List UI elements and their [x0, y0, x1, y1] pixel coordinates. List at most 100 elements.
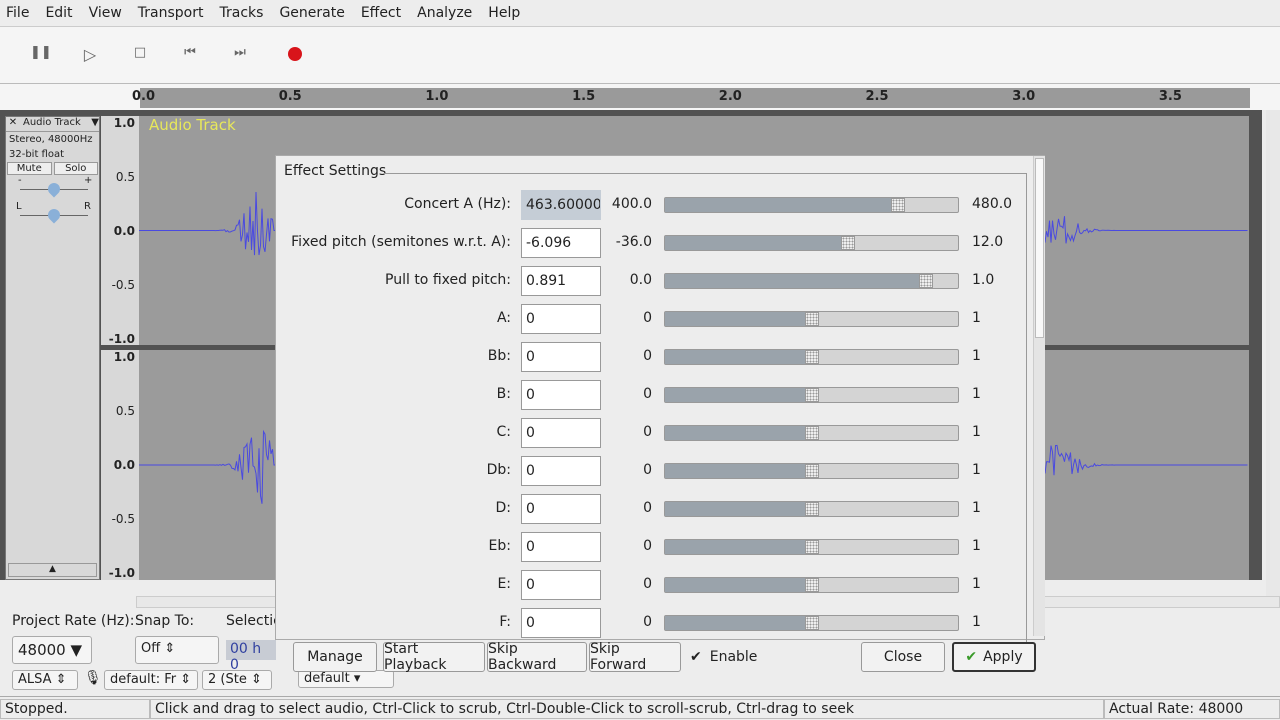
selection-start-time[interactable]: 00 h 0 [226, 640, 276, 660]
skip-forward-button[interactable]: Skip Forward [589, 642, 681, 672]
param-min: 0 [606, 576, 652, 592]
param-input[interactable]: 0 [521, 342, 601, 372]
param-max: 1 [972, 576, 981, 592]
audio-host-select[interactable]: ALSA ⇕ [12, 670, 78, 690]
gain-slider[interactable] [46, 181, 63, 198]
param-slider[interactable] [664, 311, 959, 327]
param-slider[interactable] [664, 273, 959, 289]
ruler-tick-label: 0.0 [132, 89, 155, 104]
menu-transport[interactable]: Transport [138, 5, 204, 21]
param-input[interactable]: 0 [521, 456, 601, 486]
skip-to-end-button[interactable]: ⏭ [230, 45, 250, 65]
param-row: E: 0 0 1 [276, 570, 1036, 600]
param-slider[interactable] [664, 615, 959, 631]
menu-file[interactable]: File [6, 5, 29, 21]
pan-right-label: R [84, 201, 91, 212]
param-input[interactable]: 0 [521, 418, 601, 448]
slider-thumb[interactable] [805, 578, 819, 592]
enable-checkbox[interactable]: ✔ Enable [690, 649, 757, 665]
slider-thumb[interactable] [805, 464, 819, 478]
project-rate-select[interactable]: 48000 ▼ [12, 636, 92, 664]
menu-view[interactable]: View [89, 5, 122, 21]
param-input[interactable]: 0 [521, 380, 601, 410]
close-button[interactable]: Close [861, 642, 945, 672]
dialog-scrollbar-thumb[interactable] [1035, 158, 1044, 338]
param-slider[interactable] [664, 577, 959, 593]
track-title: Audio Track [149, 116, 236, 134]
param-slider[interactable] [664, 387, 959, 403]
playback-device-select[interactable]: default ▾ [298, 670, 394, 688]
track-name-menu[interactable]: Audio Track [20, 117, 91, 131]
param-label: Fixed pitch (semitones w.r.t. A): [291, 234, 511, 250]
start-playback-button[interactable]: Start Playback [383, 642, 485, 672]
param-input[interactable]: 0 [521, 608, 601, 638]
track-format: Stereo, 48000Hz [6, 132, 99, 147]
slider-thumb[interactable] [891, 198, 905, 212]
param-input[interactable]: 463.60000 [521, 190, 601, 220]
apply-button[interactable]: ✔ Apply [952, 642, 1036, 672]
menu-analyze[interactable]: Analyze [417, 5, 472, 21]
param-input[interactable]: 0 [521, 532, 601, 562]
param-slider[interactable] [664, 463, 959, 479]
slider-thumb[interactable] [841, 236, 855, 250]
param-min: -36.0 [606, 234, 652, 250]
slider-thumb[interactable] [919, 274, 933, 288]
checkmark-icon: ✔ [965, 649, 977, 665]
slider-thumb[interactable] [805, 350, 819, 364]
param-row: Fixed pitch (semitones w.r.t. A): -6.096… [276, 228, 1036, 258]
param-slider[interactable] [664, 501, 959, 517]
microphone-icon: 🎙 [84, 670, 102, 686]
param-max: 1 [972, 538, 981, 554]
slider-thumb[interactable] [805, 616, 819, 630]
recording-device-select[interactable]: default: Fr ⇕ [104, 670, 198, 690]
ruler-tick-label: 3.5 [1159, 89, 1182, 104]
skip-to-start-button[interactable]: ⏮ [180, 45, 200, 65]
slider-thumb[interactable] [805, 388, 819, 402]
ruler-tick-label: 3.0 [1012, 89, 1035, 104]
slider-thumb[interactable] [805, 502, 819, 516]
slider-thumb[interactable] [805, 312, 819, 326]
param-slider[interactable] [664, 539, 959, 555]
vertical-scrollbar[interactable] [1266, 110, 1280, 596]
param-label: E: [497, 576, 511, 592]
param-slider[interactable] [664, 349, 959, 365]
recording-channels-select[interactable]: 2 (Ste ⇕ [202, 670, 272, 690]
dialog-scrollbar[interactable] [1033, 156, 1045, 636]
param-slider[interactable] [664, 425, 959, 441]
stop-button[interactable]: □ [130, 45, 150, 65]
pan-slider[interactable] [46, 207, 63, 224]
menu-edit[interactable]: Edit [45, 5, 72, 21]
param-min: 0 [606, 462, 652, 478]
param-input[interactable]: -6.096 [521, 228, 601, 258]
chevron-down-icon[interactable]: ▼ [91, 117, 99, 131]
menu-tracks[interactable]: Tracks [220, 5, 264, 21]
solo-button[interactable]: Solo [54, 162, 99, 175]
play-button[interactable]: ▷ [80, 45, 100, 65]
pause-button[interactable]: ❚❚ [30, 45, 50, 65]
menu-effect[interactable]: Effect [361, 5, 401, 21]
menu-help[interactable]: Help [488, 5, 520, 21]
param-input[interactable]: 0 [521, 570, 601, 600]
param-input[interactable]: 0 [521, 494, 601, 524]
menu-generate[interactable]: Generate [279, 5, 344, 21]
scale-label: 1.0 [114, 116, 135, 130]
manage-button[interactable]: Manage [293, 642, 377, 672]
mute-button[interactable]: Mute [7, 162, 52, 175]
slider-thumb[interactable] [805, 426, 819, 440]
record-button[interactable] [288, 47, 302, 61]
scale-label: 0.5 [116, 404, 135, 418]
timeline-ruler-region[interactable] [140, 88, 1250, 108]
param-input[interactable]: 0 [521, 304, 601, 334]
skip-backward-button[interactable]: Skip Backward [487, 642, 587, 672]
param-row: B: 0 0 1 [276, 380, 1036, 410]
slider-thumb[interactable] [805, 540, 819, 554]
collapse-track-button[interactable]: ▲ [8, 563, 97, 577]
param-slider[interactable] [664, 197, 959, 213]
track-control-panel: ✕ Audio Track ▼ Stereo, 48000Hz 32-bit f… [5, 116, 100, 580]
param-label: C: [497, 424, 512, 440]
close-track-icon[interactable]: ✕ [6, 117, 20, 131]
param-slider[interactable] [664, 235, 959, 251]
param-input[interactable]: 0.891 [521, 266, 601, 296]
scale-label: 0.0 [114, 458, 135, 472]
snap-to-select[interactable]: Off ⇕ [135, 636, 219, 664]
